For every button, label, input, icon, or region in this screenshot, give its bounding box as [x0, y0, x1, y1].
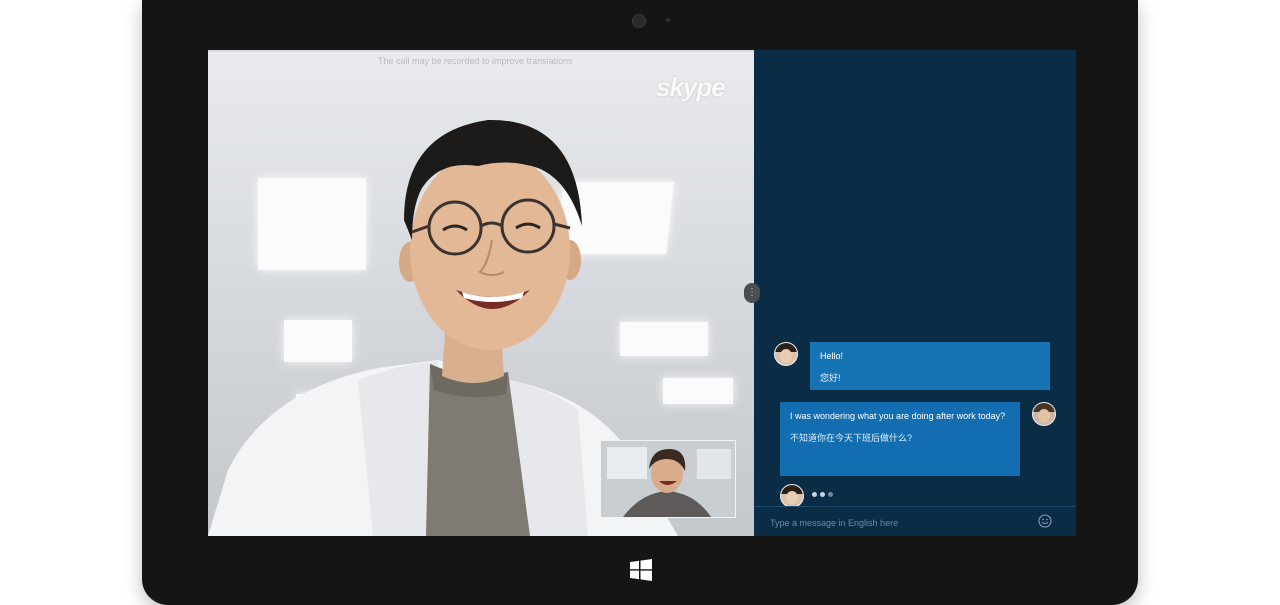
light-sensor	[666, 18, 670, 22]
message-original-text: I was wondering what you are doing after…	[790, 411, 1006, 421]
more-vertical-icon[interactable]: ⋮	[744, 283, 760, 303]
avatar	[780, 484, 804, 508]
message-translation-text: 您好!	[820, 373, 841, 383]
windows-logo-icon[interactable]	[630, 559, 652, 581]
front-camera	[632, 14, 646, 28]
self-view-person	[601, 441, 735, 517]
avatar	[1032, 402, 1056, 426]
message-bubble-sent[interactable]: I was wondering what you are doing after…	[780, 402, 1020, 476]
tablet-device: The call may be recorded to improve tran…	[142, 0, 1138, 605]
typing-indicator	[812, 492, 833, 497]
video-call-area[interactable]: The call may be recorded to improve tran…	[208, 50, 754, 536]
screen: The call may be recorded to improve tran…	[208, 50, 1076, 536]
avatar	[774, 342, 798, 366]
message-original-text: Hello!	[820, 351, 844, 361]
message-bubble-received[interactable]: Hello! 您好!	[810, 342, 1050, 390]
message-composer	[754, 506, 1076, 536]
message-input[interactable]	[768, 514, 1032, 532]
message-translation-text: 不知道你在今天下班后做什么?	[790, 433, 913, 443]
self-view-video[interactable]	[600, 440, 736, 518]
chat-panel: Hello! 您好! I was wondering what you are …	[754, 50, 1076, 536]
smiley-icon[interactable]	[1038, 514, 1052, 528]
